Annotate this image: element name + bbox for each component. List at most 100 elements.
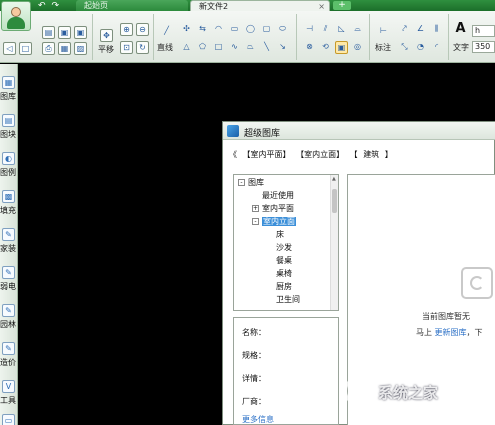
breadcrumb-back[interactable]: 《 [229,150,237,159]
ribbon-separator [448,14,449,60]
breadcrumb-interior-elevation[interactable]: 【室内立面】 [296,150,344,159]
new-file-icon[interactable]: □ [19,42,32,55]
polyline-icon[interactable]: ⇆ [196,23,209,36]
add-tab-button[interactable]: + [333,1,351,10]
tree-item-label: 图库 [248,178,264,187]
tree-item-bathroom[interactable]: 卫生间 [276,294,300,306]
tree-expand-icon[interactable]: + [252,205,259,212]
breadcrumb-architecture[interactable]: 建筑 [363,150,379,159]
tree-item-label: 床 [276,230,284,239]
tree-collapse-icon[interactable]: - [252,218,259,225]
scrollbar-thumb[interactable] [332,189,337,213]
site-watermark: 系统之家 www.xitongzhijia.net [330,372,495,422]
angle-dim-icon[interactable]: ∠ [414,23,427,36]
ribbon-separator [369,14,370,60]
triangle-icon[interactable]: △ [180,41,193,54]
zoom-in-icon[interactable]: ⊕ [120,23,133,36]
tree-item-dining-table[interactable]: 餐桌 [276,255,292,267]
polygon-icon[interactable]: ⬠ [196,41,209,54]
chamfer-icon[interactable]: ◺ [335,23,348,36]
tree-item-kitchen[interactable]: 厨房 [276,281,292,293]
line-icon[interactable]: ╱ [160,25,173,38]
diagonal-icon[interactable]: ╲ [260,41,273,54]
block-icon: ▤ [2,114,15,127]
more-info-link[interactable]: 更多信息 [242,414,274,425]
empty-state-message: 当前图库暂无 [422,312,470,321]
leader-icon[interactable]: ⤤ [398,23,411,36]
zoom-out-icon[interactable]: ⊖ [136,23,149,36]
tree-item-interior-plan[interactable]: + 室内平面 [252,203,294,215]
redo-icon[interactable]: ↷ [52,1,60,11]
tab-new-file-label: 新文件2 [199,2,229,11]
export-pdf-icon[interactable]: ▦ [58,42,71,55]
radius-dim-icon[interactable]: ◔ [414,41,427,54]
block-edit-icon[interactable]: ▣ [335,41,348,54]
breadcrumb-interior-plan[interactable]: 【室内平面】 [243,150,291,159]
fillet-icon[interactable]: ⌓ [351,23,364,36]
pan-icon[interactable]: ✥ [100,29,113,42]
zoom-window-icon[interactable]: ⊡ [120,41,133,54]
open-folder-icon[interactable]: ▤ [42,26,55,39]
text-tool-icon[interactable]: A [454,22,467,36]
tree-item-recent[interactable]: 最近使用 [262,190,294,202]
trapezoid-icon[interactable]: ⏢ [244,41,257,54]
arrow-line-icon[interactable]: ↘ [276,41,289,54]
home-decor-icon: ✎ [2,228,15,241]
extend-icon[interactable]: ⫽ [319,23,332,36]
circle-icon[interactable]: ◯ [244,23,257,36]
ribbon-toolbar: ▤ ▣ ▣ ◁ □ ⎙ ▦ ▨ ✥ 平移 ⊕ ⊖ ⊡ ↻ ╱ 直线 ✣ ⇆ ◠ … [0,1,495,63]
print-icon[interactable]: ⎙ [42,42,55,55]
arc-icon[interactable]: ◠ [212,23,225,36]
scroll-up-icon[interactable]: ▲ [332,176,336,182]
offset-icon[interactable]: ⊗ [303,41,316,54]
zoom-refresh-icon[interactable]: ↻ [136,41,149,54]
tree-item-table-chair[interactable]: 桌椅 [276,268,292,280]
tree-item-label: 厨房 [276,282,292,291]
empty-state-hint: 马上 更新图库，下 [416,327,483,338]
dimension-icon[interactable]: ⊢ [377,25,390,38]
refresh-placeholder-icon [461,267,493,299]
square-icon[interactable]: □ [212,41,225,54]
save-as-icon[interactable]: ▣ [74,26,87,39]
tree-collapse-icon[interactable]: - [238,179,245,186]
ellipse-icon[interactable]: ⬭ [276,23,289,36]
move-icon[interactable]: ✣ [180,23,193,36]
refresh-arc-icon [470,276,484,290]
pan-label: 平移 [98,45,114,54]
breadcrumb-bracket-close: 】 [384,150,393,159]
spline-icon[interactable]: ∿ [228,41,241,54]
info-detail-label: 详情： [242,374,266,383]
tree-item-label: 室内平面 [262,204,294,213]
tree-scrollbar[interactable]: ▲ [330,175,338,310]
tab-start-page[interactable]: 起始页 [76,0,188,11]
arc-dim-icon[interactable]: ◜ [430,41,443,54]
tree-item-sofa[interactable]: 沙发 [276,242,292,254]
tree-item-label: 卫生间 [276,295,300,304]
tree-item-bed[interactable]: 床 [276,229,284,241]
font-size-field[interactable]: 350 [472,41,495,53]
multi-dim-icon[interactable]: ⫼ [430,23,443,36]
rectangle-icon[interactable]: ▭ [228,23,241,36]
tree-item-gallery[interactable]: - 图库 [238,177,264,189]
aligned-dim-icon[interactable]: ⤡ [398,41,411,54]
trim-icon[interactable]: ⊣ [303,23,316,36]
update-gallery-link[interactable]: 更新图库 [435,328,467,337]
tree-item-label: 餐桌 [276,256,292,265]
scale-icon[interactable]: ◎ [351,41,364,54]
tree-item-interior-elevation[interactable]: - 室内立面 [252,216,296,228]
garden-icon: ✎ [2,304,15,317]
back-icon[interactable]: ◁ [3,42,16,55]
watermark-logo-icon [344,376,374,406]
info-maker-label: 厂商： [242,397,266,406]
gallery-icon: ▦ [2,76,15,89]
export-image-icon[interactable]: ▨ [74,42,87,55]
box-icon[interactable]: ▢ [260,23,273,36]
sidebar-item-label: 图例 [0,168,16,177]
user-avatar[interactable] [1,1,31,31]
tab-new-file-2[interactable]: 新文件2 × [190,0,330,11]
dialog-title-bar[interactable]: 超级图库 [223,122,495,140]
save-icon[interactable]: ▣ [58,26,71,39]
font-name-field[interactable]: h [472,25,495,37]
rotate-icon[interactable]: ⟲ [319,41,332,54]
undo-icon[interactable]: ↶ [38,1,46,11]
